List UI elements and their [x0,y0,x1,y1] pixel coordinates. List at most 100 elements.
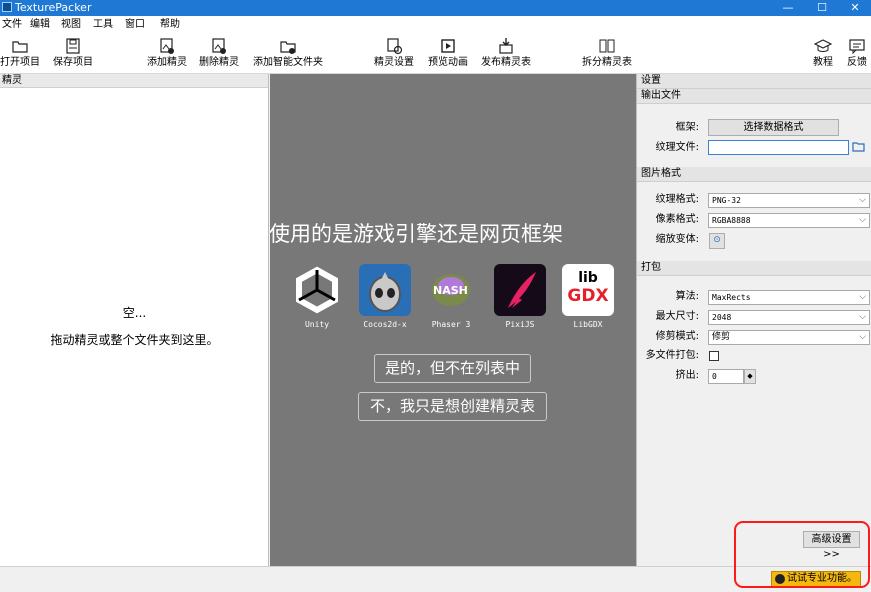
choose-data-format-button[interactable]: 选择数据格式 [708,119,839,136]
save-project-label: 保存项目 [53,57,93,68]
settings-gear-icon: ⊙ [713,235,721,245]
minimize-button[interactable]: — [772,0,804,16]
chat-icon [849,39,865,55]
libgdx-logo-top: lib [578,270,598,286]
menu-window[interactable]: 窗口 [125,18,145,31]
publish-button[interactable]: 发布精灵表 [479,37,533,71]
engine-pixijs-name: PixiJS [505,320,535,329]
title-bar: TexturePacker — ☐ ✕ [0,0,871,16]
highlight-annotation [734,521,870,588]
split-icon [599,39,615,53]
split-sheet-button[interactable]: 拆分精灵表 [580,37,634,71]
sprite-settings-label: 精灵设置 [374,57,414,68]
remove-sprite-label: 删除精灵 [199,57,239,68]
sprites-panel-header: 精灵 [0,74,268,88]
texture-format-select[interactable]: PNG-32 ⌵ [708,193,870,208]
play-icon [441,39,455,53]
algorithm-label: 算法: [675,291,699,302]
graduation-cap-icon [814,39,832,52]
pixijs-icon [508,272,536,308]
texture-format-value: PNG-32 [712,196,741,205]
max-size-label: 最大尺寸: [655,311,699,322]
max-size-value: 2048 [712,313,732,322]
save-project-button[interactable]: 保存项目 [52,37,94,71]
cocos2d-logo [359,264,411,316]
choice-no-spritesheet-only[interactable]: 不，我只是想创建精灵表 [358,392,547,421]
open-project-button[interactable]: 打开项目 [0,37,40,71]
trim-mode-select[interactable]: 修剪 ⌵ [708,330,870,345]
scale-variant-label: 缩放变体: [655,234,699,245]
smart-folder-icon [280,41,296,54]
scale-variant-button[interactable]: ⊙ [709,233,725,249]
chevron-down-icon: ⌵ [859,312,866,322]
engine-unity-name: Unity [304,320,330,329]
engine-phaser[interactable]: NASH Phaser 3 [424,264,478,334]
folder-open-icon [12,41,28,53]
unity-icon [296,266,338,314]
menu-edit[interactable]: 编辑 [30,18,50,31]
multipack-checkbox[interactable] [709,351,719,361]
choice-yes-not-listed[interactable]: 是的，但不在列表中 [374,354,531,383]
preview-anim-button[interactable]: 预览动画 [427,37,469,71]
stepper-arrows-icon: ◆ [747,372,753,380]
multipack-label: 多文件打包: [645,350,699,361]
engine-libgdx[interactable]: lib GDX LibGDX [561,264,615,334]
menu-tools[interactable]: 工具 [93,18,113,31]
feedback-button[interactable]: 反馈 [844,37,870,71]
window-title: TexturePacker [15,1,92,14]
tutorial-button[interactable]: 教程 [810,37,836,71]
cocos-icon [369,272,401,312]
menu-bar: 文件 编辑 视图 工具 窗口 帮助 [0,16,871,34]
add-sprite-icon [160,38,174,54]
sprite-settings-icon [387,38,403,55]
engine-cocos2d[interactable]: Cocos2d-x [358,264,412,334]
maximize-button[interactable]: ☐ [806,0,838,16]
texture-file-label: 纹理文件: [655,142,699,153]
packing-section-header: 打包 [637,261,871,276]
feedback-label: 反馈 [847,57,867,68]
texture-file-input[interactable] [708,140,849,155]
add-smart-folder-button[interactable]: 添加智能文件夹 [252,37,324,71]
split-sheet-label: 拆分精灵表 [582,57,632,68]
extrude-stepper[interactable]: ◆ [744,369,756,384]
chevron-down-icon: ⌵ [859,215,866,225]
libgdx-logo: lib GDX [562,264,614,316]
save-icon [66,38,80,54]
remove-sprite-icon [212,38,226,54]
extrude-input[interactable]: 0 [708,369,744,384]
output-section-header: 输出文件 [637,89,871,104]
chevron-down-icon: ⌵ [859,292,866,302]
chevron-down-icon: ⌵ [859,332,866,342]
framework-label: 框架: [675,122,699,133]
menu-view[interactable]: 视图 [61,18,81,31]
remove-sprite-button[interactable]: 删除精灵 [198,37,240,71]
sprites-empty-title: 空... [122,306,147,320]
pixijs-logo [494,264,546,316]
algorithm-select[interactable]: MaxRects ⌵ [708,290,870,305]
sprites-panel[interactable]: 精灵 空... 拖动精灵或整个文件夹到这里。 [0,74,269,566]
close-button[interactable]: ✕ [839,0,871,16]
settings-header: 设置 [637,74,871,89]
algorithm-value: MaxRects [712,293,751,302]
open-project-label: 打开项目 [0,57,40,68]
engine-libgdx-name: LibGDX [573,320,603,329]
sprite-settings-button[interactable]: 精灵设置 [373,37,415,71]
texture-format-label: 纹理格式: [655,194,699,205]
app-icon [2,2,12,12]
image-format-section-header: 图片格式 [637,167,871,182]
engine-pixijs[interactable]: PixiJS [493,264,547,334]
libgdx-logo-bottom: GDX [567,286,609,306]
menu-file[interactable]: 文件 [2,18,22,31]
pixel-format-value: RGBA8888 [712,216,751,225]
toolbar: 打开项目 保存项目 添加精灵 删除精灵 添加智能文件夹 精灵设置 预览动画 发布… [0,34,871,74]
phaser-logo-text: NASH [433,284,468,297]
publish-label: 发布精灵表 [481,57,531,68]
add-sprite-button[interactable]: 添加精灵 [146,37,188,71]
menu-help[interactable]: 帮助 [160,18,180,31]
engine-question: 您使用的是游戏引擎还是网页框架 [270,222,563,246]
engine-unity[interactable]: Unity [290,264,344,334]
max-size-select[interactable]: 2048 ⌵ [708,310,870,325]
pixel-format-select[interactable]: RGBA8888 ⌵ [708,213,870,228]
browse-folder-icon[interactable] [852,139,866,153]
trim-mode-value: 修剪 [712,332,731,342]
